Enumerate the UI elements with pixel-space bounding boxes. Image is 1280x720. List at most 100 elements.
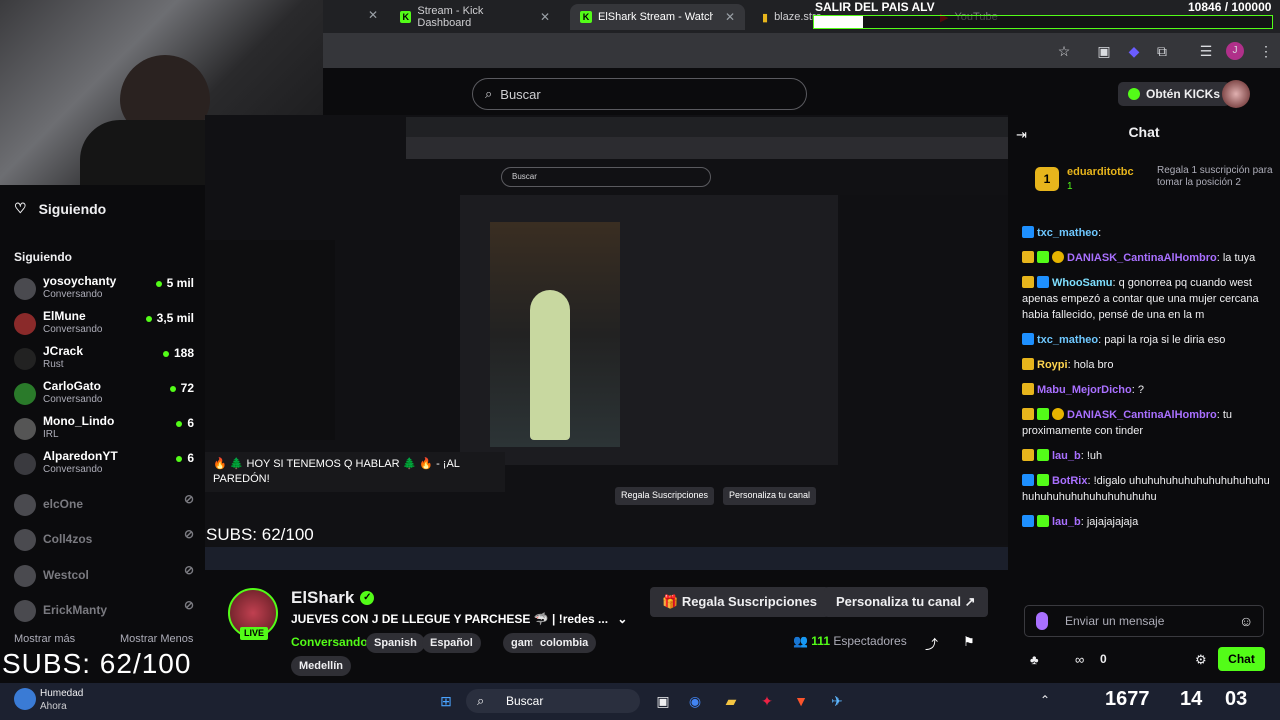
sidebar-subheading: Siguiendo [14, 250, 72, 264]
app-icon[interactable]: ✦ [756, 690, 778, 712]
chat-username[interactable]: DANIASK_CantinaAlHombro [1067, 409, 1217, 421]
weather-icon[interactable] [14, 688, 36, 710]
tag[interactable]: colombia [532, 633, 597, 653]
tab-label: Stream - Kick Dashboard [417, 5, 484, 29]
show-more-link[interactable]: Mostrar más [14, 633, 75, 645]
user-avatar[interactable] [1222, 80, 1250, 108]
kicks-points-icon[interactable]: ♣ [1030, 652, 1039, 667]
chat-username[interactable]: Mabu_MejorDicho [1037, 384, 1132, 396]
tab-blaze[interactable]: ▮ blaze.stream/blaze [752, 4, 822, 30]
widget-title[interactable]: Humedad [40, 688, 83, 699]
sidebar-channel-jcrack[interactable]: JCrack Rust 188 [14, 344, 194, 376]
stream-category[interactable]: Conversando [291, 635, 368, 649]
sidebar-title: Siguiendo [38, 200, 107, 217]
sidebar-channel-alparedonyt[interactable]: AlparedonYT Conversando 6 [14, 449, 194, 481]
mic-icon[interactable] [1036, 612, 1048, 630]
sidebar-channel-coll4zos[interactable]: Coll4zos ⊘ [14, 525, 194, 557]
brave-icon[interactable]: ▼ [790, 690, 812, 712]
chat-message: DANIASK_CantinaAlHombro: tu proximamente… [1022, 408, 1233, 437]
bookmark-star-icon[interactable]: ☆ [1055, 42, 1073, 60]
chat-username[interactable]: lau_b [1052, 450, 1081, 462]
chat-messages: txc_matheo: DANIASK_CantinaAlHombro: la … [1022, 225, 1272, 539]
sidebar-channel-elmune[interactable]: ElMune Conversando 3,5 mil [14, 309, 194, 341]
kick-logo-icon: K [580, 11, 592, 23]
channel-name: JCrack [43, 344, 84, 358]
pinned-level: 1 [1067, 181, 1073, 192]
show-less-link[interactable]: Mostrar Menos [120, 633, 193, 645]
clock-seconds: 03 [1225, 688, 1248, 710]
chat-username[interactable]: DANIASK_CantinaAlHombro [1067, 252, 1217, 264]
crown-icon [1022, 358, 1034, 370]
tray-chevron-icon[interactable]: ⌃ [1040, 693, 1050, 707]
windows-start-icon[interactable]: ⊞ [435, 690, 457, 712]
sidebar-channel-westcol[interactable]: Westcol ⊘ [14, 561, 194, 593]
offline-icon: ⊘ [183, 492, 194, 506]
kicks-label: Obtén KICKs [1146, 87, 1221, 101]
infinity-icon[interactable]: ∞ [1075, 652, 1084, 667]
get-kicks-button[interactable]: Obtén KICKs [1118, 82, 1231, 106]
sidebar-channel-elcone[interactable]: elcOne ⊘ [14, 490, 194, 522]
share-icon[interactable]: ⤴ [925, 634, 938, 653]
offline-icon: ⊘ [183, 563, 194, 577]
chat-username[interactable]: Roypi [1037, 359, 1068, 371]
pinned-user[interactable]: eduarditotbc [1067, 166, 1134, 178]
emoji-icon[interactable]: ☺ [1239, 613, 1253, 629]
chat-message-input[interactable]: Enviar un mensaje [1024, 605, 1264, 637]
stream-notification: 🔥 🌲 HOY SI TENEMOS Q HABLAR 🌲 🔥 - ¡AL PA… [205, 452, 505, 492]
gear-icon[interactable]: ⚙ [1195, 652, 1207, 668]
gift-label: Regala Suscripciones [681, 594, 817, 609]
chat-message: txc_matheo: [1022, 225, 1272, 241]
sidebar-channel-mono-lindo[interactable]: Mono_Lindo IRL 6 [14, 414, 194, 446]
chat-username[interactable]: BotRix [1052, 475, 1087, 487]
goal-count: 10846 / 100000 [1188, 0, 1272, 14]
puzzle-icon[interactable]: ⧉ [1153, 42, 1171, 60]
badge-icon [1022, 226, 1034, 238]
chat-username[interactable]: txc_matheo [1037, 334, 1098, 346]
chat-username[interactable]: txc_matheo [1037, 227, 1098, 239]
chat-message: BotRix: !digalo uhuhuhuhuhuhuhuhuhuhuhuh… [1022, 474, 1270, 503]
nested-chat [840, 195, 1008, 545]
chat-username[interactable]: WhooSamu [1052, 277, 1113, 289]
search-input[interactable]: ⌕ Buscar [472, 78, 807, 110]
task-view-icon[interactable]: ▣ [652, 690, 674, 712]
customize-channel-button[interactable]: Personaliza tu canal ↗ [824, 587, 988, 617]
tab-elshark-stream[interactable]: K ElShark Stream - Watch Live ✕ [570, 4, 745, 30]
clock-hour: 14 [1180, 688, 1203, 710]
channel-name: yosoychanty [43, 274, 117, 288]
tab-kick-dashboard[interactable]: K Stream - Kick Dashboard ✕ [390, 4, 560, 30]
os-taskbar [0, 683, 1280, 720]
screenshot-icon[interactable]: ▣ [1095, 42, 1113, 60]
extension-icon[interactable]: ◆ [1125, 42, 1143, 60]
crown-icon [1022, 383, 1034, 395]
streamer-name[interactable]: ElShark ✓ [291, 588, 375, 608]
tag[interactable]: Español [422, 633, 481, 653]
gift-subs-button[interactable]: 🎁 Regala Suscripciones [650, 587, 829, 617]
sidebar-header[interactable]: ♡ Siguiendo [14, 200, 106, 217]
sidebar-channel-erickmanty[interactable]: ErickManty ⊘ [14, 596, 194, 628]
media-icon[interactable]: ☰ [1197, 42, 1215, 60]
tab-close-icon[interactable]: ✕ [725, 10, 735, 24]
tab-close-icon[interactable]: ✕ [368, 8, 378, 22]
chat-username[interactable]: lau_b [1052, 516, 1081, 528]
sidebar-channel-yosoychanty[interactable]: yosoychanty Conversando 5 mil [14, 274, 194, 306]
sidebar-channel-carlogato[interactable]: CarloGato Conversando 72 [14, 379, 194, 411]
tab-close-icon[interactable]: ✕ [540, 10, 550, 24]
channel-name: ElMune [43, 309, 86, 323]
subs-goal-small: SUBS: 62/100 [206, 525, 314, 544]
profile-icon[interactable]: J [1226, 42, 1244, 60]
chat-message: lau_b: jajajajajaja [1022, 514, 1272, 530]
channel-category: Conversando [43, 464, 103, 475]
viewers-icon: 👥 [793, 634, 808, 648]
viewer-count: 72 [170, 381, 194, 395]
app-icon[interactable]: ✈ [826, 690, 848, 712]
taskbar-search[interactable]: Buscar [466, 689, 640, 713]
folder-icon[interactable]: ▰ [720, 690, 742, 712]
moderation-icon[interactable]: ⚑ [963, 634, 975, 650]
pinned-text: Regala 1 suscripción para tomar la posic… [1157, 165, 1273, 188]
chevron-down-icon[interactable]: ⌄ [617, 612, 627, 626]
tag[interactable]: Medellín [291, 656, 352, 676]
chrome-icon[interactable]: ◉ [684, 690, 706, 712]
chat-send-button[interactable]: Chat [1218, 647, 1265, 671]
menu-icon[interactable]: ⋮ [1257, 42, 1275, 60]
tag[interactable]: Spanish [366, 633, 425, 653]
